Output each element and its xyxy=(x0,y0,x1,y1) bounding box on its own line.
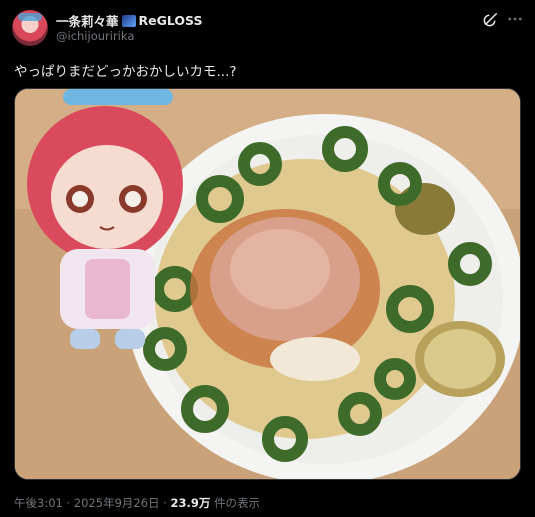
post-photo[interactable] xyxy=(14,88,521,480)
affiliate-badge-icon[interactable] xyxy=(121,14,136,27)
user-handle[interactable]: @ichijouririka xyxy=(56,29,134,43)
more-icon[interactable] xyxy=(506,10,524,28)
view-count: 23.9万 xyxy=(170,496,211,510)
post-text: やっぱりまだどっかおかしいカモ...? xyxy=(14,64,237,80)
separator: · xyxy=(62,496,74,510)
separator: · xyxy=(159,496,171,510)
post-date[interactable]: 2025年9月26日 xyxy=(74,496,160,510)
photo-content xyxy=(15,89,520,479)
avatar[interactable] xyxy=(12,10,48,46)
group-name[interactable]: ReGLOSS xyxy=(139,13,203,28)
post-meta: 午後3:01 · 2025年9月26日 · 23.9万 件の表示 xyxy=(14,495,260,511)
view-count-label: 件の表示 xyxy=(210,496,261,510)
display-name[interactable]: 一条莉々華 xyxy=(56,11,119,30)
name-row[interactable]: 一条莉々華 ReGLOSS xyxy=(56,11,202,30)
grok-icon[interactable] xyxy=(482,10,500,28)
post-time[interactable]: 午後3:01 xyxy=(14,496,63,510)
post-header: 一条莉々華 ReGLOSS @ichijouririka xyxy=(0,0,535,52)
